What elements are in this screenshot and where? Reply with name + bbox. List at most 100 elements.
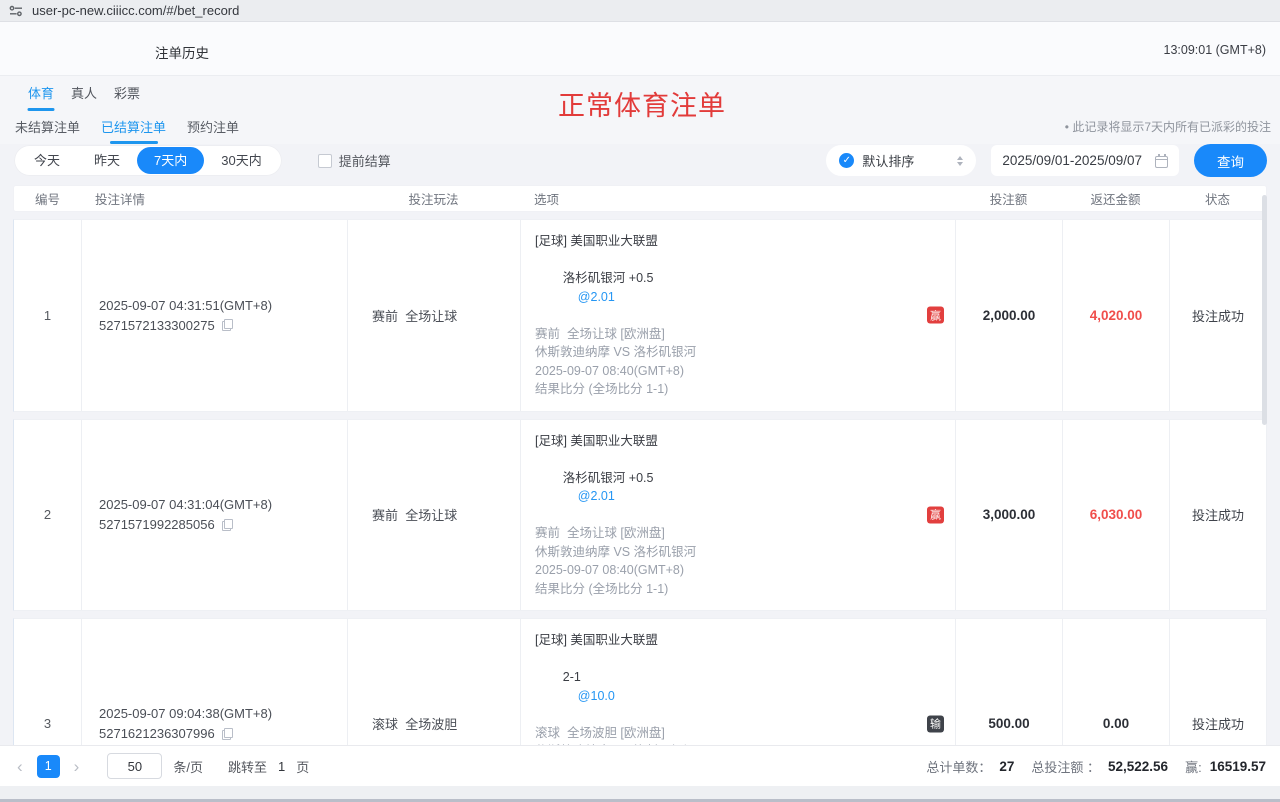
league-name: [足球] 美国职业大联盟: [535, 631, 941, 650]
total-count-label: 总计单数：: [926, 757, 991, 776]
browser-url-bar: user-pc-new.ciiicc.com/#/bet_record: [0, 0, 1280, 22]
selection-cell: [足球] 美国职业大联盟 2-1 @10.0 滚球 全场波胆 [欧洲盘] 休斯敦…: [520, 619, 955, 745]
range-30days-button[interactable]: 30天内: [204, 147, 278, 174]
col-header-selection: 选项: [520, 189, 955, 208]
bet-time: 2025-09-07 04:31:51(GMT+8): [99, 298, 347, 313]
selection-cell: [足球] 美国职业大联盟 洛杉矶银河 +0.5 @2.01 赛前 全场让球 [欧…: [520, 420, 955, 611]
payout-amount: 0.00: [1062, 619, 1169, 745]
market-info: 赛前 全场让球 [欧洲盘]: [535, 524, 941, 543]
tab-lottery[interactable]: 彩票: [114, 83, 140, 111]
pick-name: 洛杉矶银河 +0.5: [563, 471, 654, 485]
subtab-reserved[interactable]: 预约注单: [187, 117, 239, 144]
current-page-button[interactable]: 1: [37, 755, 60, 778]
copy-icon[interactable]: [222, 519, 233, 531]
range-7days-button[interactable]: 7天内: [137, 147, 204, 174]
settlement-subtabs: 未结算注单 已结算注单 预约注单: [15, 117, 239, 144]
tune-icon[interactable]: [9, 5, 23, 17]
sort-selected-value: 默认排序: [862, 151, 949, 170]
total-win-value: 16519.57: [1210, 759, 1266, 774]
col-header-stake: 投注额: [955, 189, 1062, 208]
tab-sports[interactable]: 体育: [28, 83, 54, 111]
summary-totals: 总计单数： 27 总投注额 ： 52,522.56 赢: 16519.57: [926, 757, 1266, 776]
bet-time: 2025-09-07 04:31:04(GMT+8): [99, 497, 347, 512]
page-unit-label: 页: [296, 757, 309, 776]
page-header: 注单历史 13:09:01 (GMT+8): [0, 22, 1280, 76]
col-header-detail: 投注详情: [81, 189, 347, 208]
per-page-label: 条/页: [173, 757, 203, 776]
total-stake-value: 52,522.56: [1108, 759, 1168, 774]
scrollbar-thumb[interactable]: [1262, 195, 1267, 425]
table-row: 3 2025-09-07 09:04:38(GMT+8) 52716212363…: [13, 618, 1267, 745]
sort-caret-icon: [957, 156, 963, 166]
early-settle-checkbox[interactable]: [318, 154, 332, 168]
win-badge: 赢: [927, 506, 944, 523]
pick-name: 洛杉矶银河 +0.5: [563, 271, 654, 285]
server-clock: 13:09:01 (GMT+8): [1164, 43, 1266, 57]
copy-icon[interactable]: [222, 319, 233, 331]
odds-value: @2.01: [578, 290, 615, 304]
lose-badge: 输: [927, 715, 944, 732]
bet-status: 投注成功: [1169, 220, 1266, 411]
page-size-input[interactable]: [107, 753, 162, 779]
row-number: 2: [14, 420, 81, 611]
early-settle-label: 提前结算: [339, 151, 391, 170]
search-button[interactable]: 查询: [1194, 144, 1267, 177]
table-header-row: 编号 投注详情 投注玩法 选项 投注额 返还金额 状态: [13, 185, 1267, 212]
jump-page-value[interactable]: 1: [278, 759, 285, 774]
col-header-status: 状态: [1169, 189, 1266, 208]
total-win-label: 赢:: [1185, 757, 1202, 776]
payout-amount: 4,020.00: [1062, 220, 1169, 411]
range-today-button[interactable]: 今天: [17, 147, 77, 174]
date-range-value: 2025/09/01-2025/09/07: [1002, 153, 1142, 168]
match-time: 2025-09-07 08:40(GMT+8): [535, 561, 941, 580]
bet-detail-cell: 2025-09-07 04:31:04(GMT+8) 5271571992285…: [81, 420, 347, 611]
market-info: 赛前 全场让球 [欧洲盘]: [535, 325, 941, 344]
page-title: 注单历史: [155, 42, 209, 62]
odds-value: @10.0: [578, 689, 615, 703]
jump-to-label: 跳转至: [228, 757, 267, 776]
subtab-settled[interactable]: 已结算注单: [101, 117, 166, 144]
payout-notice: • 此记录将显示7天内所有已派彩的投注: [1065, 118, 1271, 135]
stake-amount: 2,000.00: [955, 220, 1062, 411]
col-header-no: 编号: [14, 189, 81, 208]
result-score: 结果比分 (全场比分 1-1): [535, 380, 941, 399]
row-number: 3: [14, 619, 81, 745]
row-number: 1: [14, 220, 81, 411]
total-count-value: 27: [999, 759, 1014, 774]
range-yesterday-button[interactable]: 昨天: [77, 147, 137, 174]
payout-amount: 6,030.00: [1062, 420, 1169, 611]
selection-cell: [足球] 美国职业大联盟 洛杉矶银河 +0.5 @2.01 赛前 全场让球 [欧…: [520, 220, 955, 411]
url-text[interactable]: user-pc-new.ciiicc.com/#/bet_record: [32, 3, 239, 18]
tab-live[interactable]: 真人: [71, 83, 97, 111]
win-badge: 赢: [927, 307, 944, 324]
bet-id: 5271572133300275: [99, 318, 215, 333]
result-score: 结果比分 (全场比分 1-1): [535, 580, 941, 599]
date-range-group: 今天 昨天 7天内 30天内: [14, 145, 282, 176]
prev-page-button[interactable]: ‹: [14, 758, 26, 775]
play-type: 赛前 全场让球: [347, 220, 520, 411]
stake-amount: 500.00: [955, 619, 1062, 745]
bet-id: 5271621236307996: [99, 726, 215, 741]
table-row: 1 2025-09-07 04:31:51(GMT+8) 52715721333…: [13, 219, 1267, 412]
table-row: 2 2025-09-07 04:31:04(GMT+8) 52715719922…: [13, 419, 1267, 612]
match-teams: 休斯敦迪纳摩 VS 洛杉矶银河: [535, 343, 941, 362]
bet-detail-cell: 2025-09-07 04:31:51(GMT+8) 5271572133300…: [81, 220, 347, 411]
date-range-input[interactable]: 2025/09/01-2025/09/07: [991, 145, 1179, 176]
market-info: 滚球 全场波胆 [欧洲盘]: [535, 724, 941, 743]
match-teams: 休斯敦迪纳摩 VS 洛杉矶银河: [535, 543, 941, 562]
sort-select[interactable]: ✓ 默认排序: [826, 145, 976, 176]
category-tabs: 体育 真人 彩票: [28, 83, 140, 111]
copy-icon[interactable]: [222, 728, 233, 740]
pick-name: 2-1: [563, 670, 581, 684]
early-settle-option: 提前结算: [318, 151, 391, 170]
col-header-play: 投注玩法: [347, 189, 520, 208]
play-type: 滚球 全场波胆: [347, 619, 520, 745]
total-stake-label: 总投注额 ：: [1031, 757, 1100, 776]
league-name: [足球] 美国职业大联盟: [535, 432, 941, 451]
bet-status: 投注成功: [1169, 420, 1266, 611]
subtab-unsettled[interactable]: 未结算注单: [15, 117, 80, 144]
bet-id: 5271571992285056: [99, 517, 215, 532]
bet-status: 投注成功: [1169, 619, 1266, 745]
calendar-icon: [1155, 156, 1168, 168]
next-page-button[interactable]: ›: [71, 758, 83, 775]
